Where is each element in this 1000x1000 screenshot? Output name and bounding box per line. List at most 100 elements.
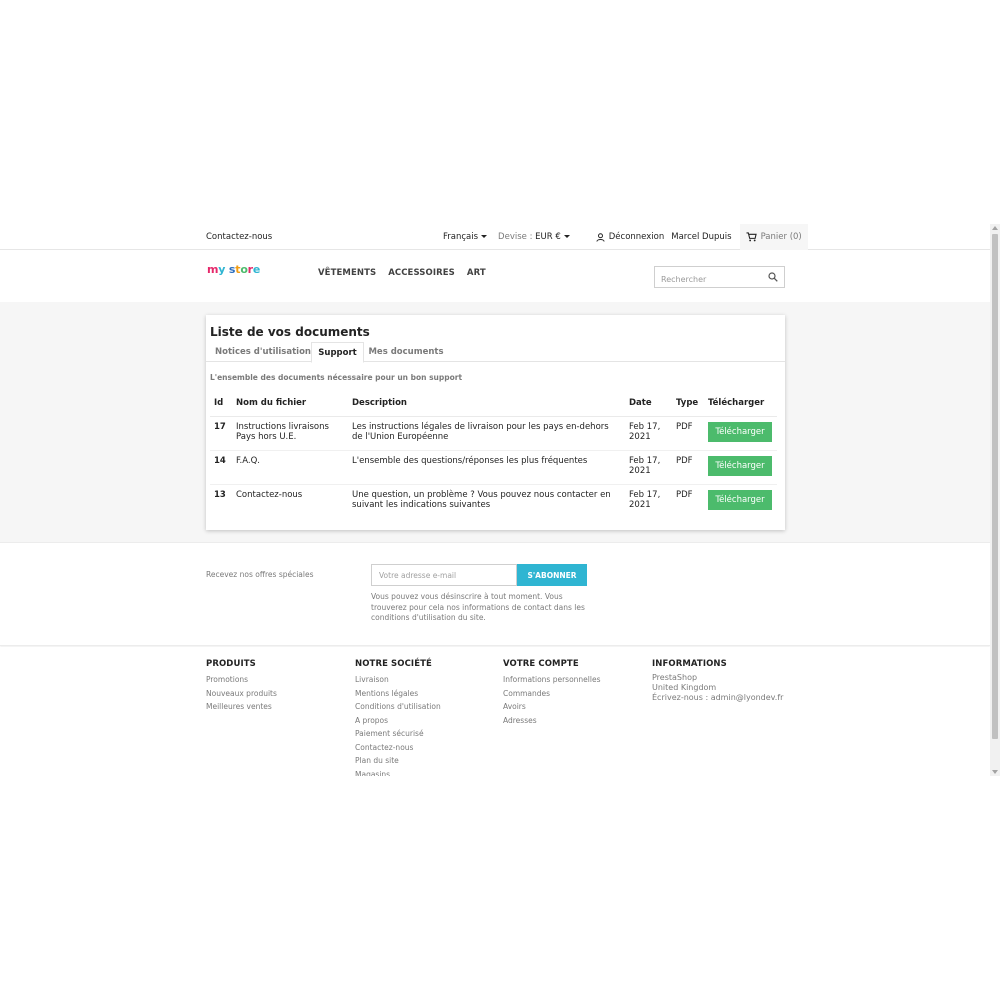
newsletter-note: Vous pouvez vous désinscrire à tout mome…	[371, 592, 585, 622]
download-button[interactable]: Télécharger	[708, 455, 772, 476]
footer-link[interactable]: Commandes	[503, 687, 600, 701]
footer-column-compte: VOTRE COMPTE Informations personnelles C…	[503, 659, 600, 727]
footer-column-produits: PRODUITS Promotions Nouveaux produits Me…	[206, 659, 277, 714]
newsletter-email-input[interactable]	[371, 564, 517, 586]
footer-link[interactable]: Mentions légales	[355, 687, 441, 701]
menu-item-vetements[interactable]: VÊTEMENTS	[318, 268, 376, 278]
table-row: 14 F.A.Q. L'ensemble des questions/répon…	[210, 450, 777, 485]
cell-name: F.A.Q.	[232, 450, 348, 485]
main-content: Liste de vos documents Notices d'utilisa…	[0, 302, 990, 543]
top-nav-right: Français Devise : EUR € Déconnexion Marc…	[443, 224, 808, 250]
documents-card: Liste de vos documents Notices d'utilisa…	[206, 315, 785, 530]
column-header-type: Type	[672, 391, 704, 417]
table-row: 13 Contactez-nous Une question, un probl…	[210, 484, 777, 518]
caret-down-icon	[481, 235, 488, 238]
subscribe-button[interactable]: S'ABONNER	[517, 564, 587, 586]
footer-link[interactable]: Magasins	[355, 768, 441, 777]
footer-link[interactable]: Nouveaux produits	[206, 687, 277, 701]
footer-link[interactable]: A propos	[355, 714, 441, 728]
logout-label: Déconnexion	[608, 232, 665, 242]
site-footer: PRODUITS Promotions Nouveaux produits Me…	[0, 647, 990, 776]
cell-description: Les instructions légales de livraison po…	[348, 416, 625, 451]
logout-link[interactable]: Déconnexion	[596, 232, 664, 242]
table-row: 17 Instructions livraisons Pays hors U.E…	[210, 416, 777, 451]
caret-down-icon	[563, 235, 570, 238]
cell-date: Feb 17, 2021	[629, 489, 661, 511]
cart-button[interactable]: Panier (0)	[739, 224, 808, 250]
footer-link[interactable]: Avoirs	[503, 700, 600, 714]
download-button[interactable]: Télécharger	[708, 489, 772, 510]
store-logo[interactable]: my store	[207, 263, 260, 276]
download-button[interactable]: Télécharger	[708, 421, 772, 442]
scrollbar-thumb[interactable]	[992, 234, 998, 739]
documents-table: Id Nom du fichier Description Date Type …	[210, 391, 777, 518]
cell-name: Instructions livraisons Pays hors U.E.	[232, 416, 348, 451]
footer-heading: VOTRE COMPTE	[503, 659, 579, 669]
page-scrollbar[interactable]	[990, 224, 1000, 776]
currency-selector[interactable]: Devise : EUR €	[498, 232, 570, 242]
scroll-down-arrow-icon[interactable]	[992, 770, 998, 774]
cell-date: Feb 17, 2021	[625, 416, 672, 451]
search-icon[interactable]	[768, 272, 778, 282]
column-header-date: Date	[625, 391, 672, 417]
cart-icon	[746, 232, 757, 242]
store-info-line: Écrivez-nous : admin@lyondev.fr	[652, 693, 784, 702]
top-nav: Contactez-nous Français Devise : EUR € D…	[0, 224, 990, 250]
currency-value: EUR €	[535, 232, 561, 242]
store-info-line: PrestaShop	[652, 673, 698, 682]
cell-id: 17	[210, 416, 232, 451]
tab-notices[interactable]: Notices d'utilisation	[211, 342, 315, 362]
footer-link[interactable]: Adresses	[503, 714, 600, 728]
menu-item-accessoires[interactable]: ACCESSOIRES	[388, 268, 455, 278]
column-header-name: Nom du fichier	[232, 391, 348, 417]
footer-link[interactable]: Informations personnelles	[503, 673, 600, 687]
cell-id: 14	[210, 450, 232, 485]
cell-description: Une question, un problème ? Vous pouvez …	[352, 489, 611, 511]
footer-heading: INFORMATIONS	[652, 659, 727, 669]
footer-link[interactable]: Contactez-nous	[355, 741, 441, 755]
cell-type: PDF	[672, 450, 704, 485]
newsletter-label: Recevez nos offres spéciales	[206, 570, 314, 579]
scroll-up-arrow-icon[interactable]	[992, 226, 998, 230]
footer-column-informations: INFORMATIONS PrestaShop United Kingdom É…	[652, 659, 783, 703]
column-header-description: Description	[348, 391, 625, 417]
cell-id: 13	[214, 489, 226, 500]
footer-link[interactable]: Paiement sécurisé	[355, 727, 441, 741]
column-header-id: Id	[210, 391, 232, 417]
cell-description: L'ensemble des questions/réponses les pl…	[348, 450, 625, 485]
table-header-row: Id Nom du fichier Description Date Type …	[210, 391, 777, 417]
footer-heading: PRODUITS	[206, 659, 256, 669]
language-label: Français	[443, 232, 479, 242]
cart-label: Panier (0)	[760, 232, 802, 242]
document-tabs: Notices d'utilisation Support Mes docume…	[206, 341, 785, 363]
search-box	[654, 266, 785, 290]
footer-column-societe: NOTRE SOCIÉTÉ Livraison Mentions légales…	[355, 659, 441, 776]
store-info-line: United Kingdom	[652, 683, 717, 692]
contact-link[interactable]: Contactez-nous	[206, 232, 272, 242]
cell-download: Télécharger	[704, 450, 777, 485]
cell-download: Télécharger	[704, 416, 777, 451]
tab-support[interactable]: Support	[311, 342, 364, 363]
page-title: Liste de vos documents	[210, 325, 370, 339]
footer-link[interactable]: Promotions	[206, 673, 277, 687]
language-selector[interactable]: Français	[443, 232, 488, 242]
account-name-link[interactable]: Marcel Dupuis	[671, 232, 731, 242]
browser-viewport: Contactez-nous Français Devise : EUR € D…	[0, 224, 1000, 776]
newsletter-section: Recevez nos offres spéciales S'ABONNER V…	[0, 543, 990, 646]
user-icon	[596, 232, 605, 242]
footer-link[interactable]: Plan du site	[355, 754, 441, 768]
site-header: my store VÊTEMENTS ACCESSOIRES ART	[0, 250, 990, 302]
cell-download: Télécharger	[704, 484, 777, 518]
tab-mes-documents[interactable]: Mes documents	[366, 342, 446, 362]
main-menu: VÊTEMENTS ACCESSOIRES ART	[318, 268, 498, 278]
cell-name: Contactez-nous	[236, 489, 303, 500]
cell-type: PDF	[672, 416, 704, 451]
menu-item-art[interactable]: ART	[467, 268, 486, 278]
cell-date: Feb 17, 2021	[625, 450, 672, 485]
currency-label: Devise :	[498, 232, 533, 242]
footer-link[interactable]: Livraison	[355, 673, 441, 687]
tab-description: L'ensemble des documents nécessaire pour…	[210, 373, 463, 382]
footer-link[interactable]: Conditions d'utilisation	[355, 700, 441, 714]
search-input[interactable]	[655, 269, 760, 290]
footer-link[interactable]: Meilleures ventes	[206, 700, 277, 714]
